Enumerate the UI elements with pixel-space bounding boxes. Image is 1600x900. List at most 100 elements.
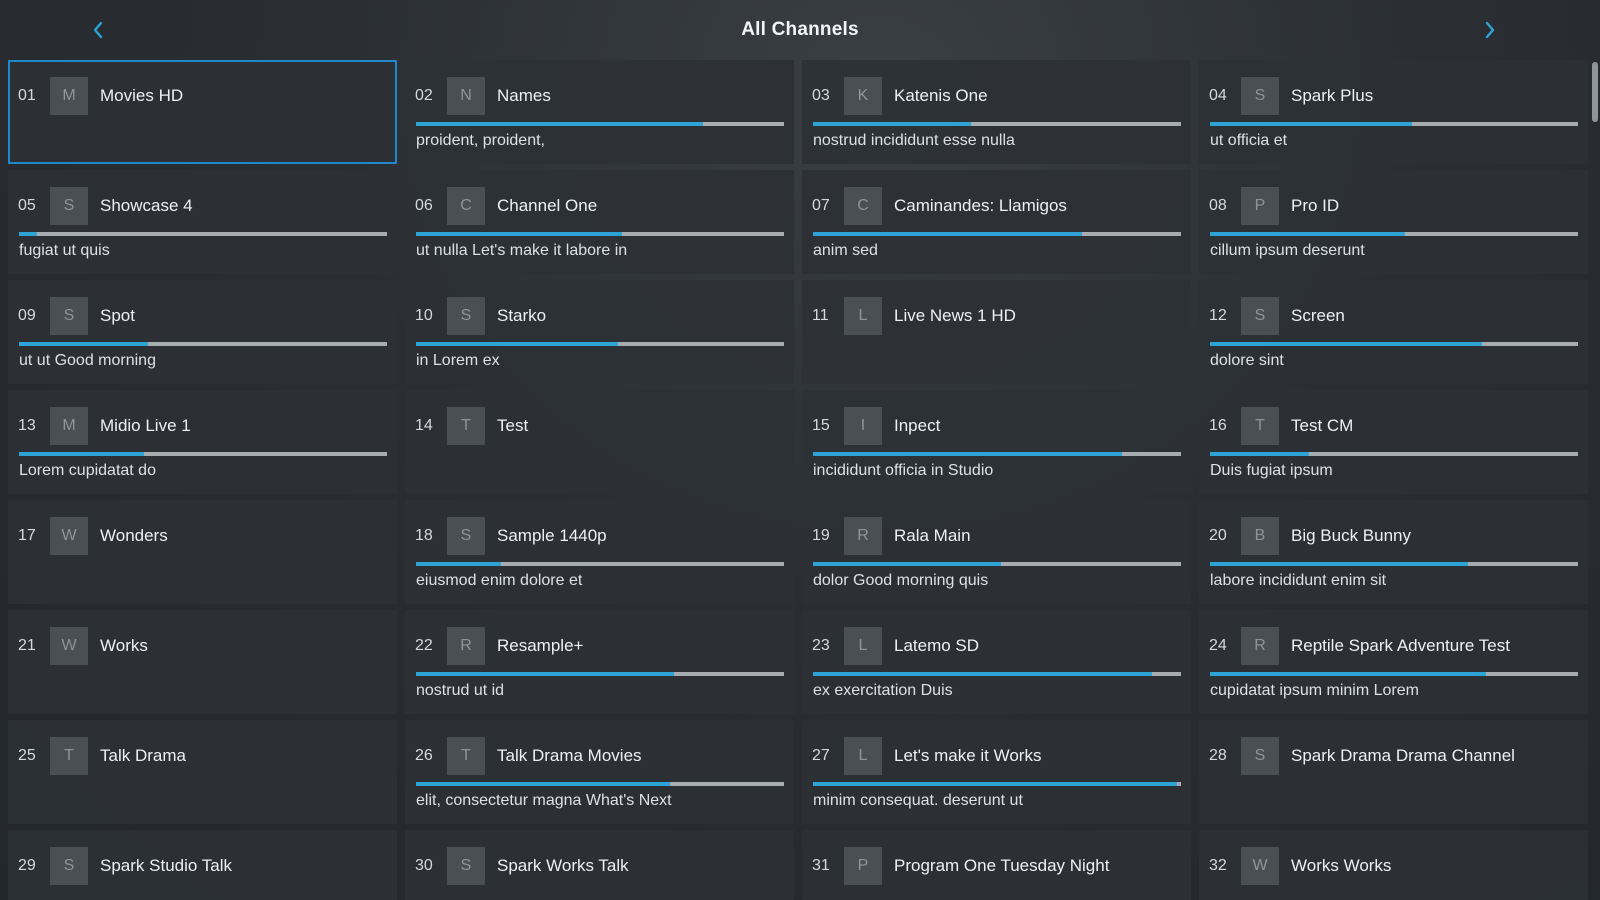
channel-header: 31 P Program One Tuesday Night [812,847,1109,885]
channel-card[interactable]: 06 C Channel One ut nulla Let's make it lab… [405,170,794,274]
program-progress-fill [1210,672,1486,676]
channel-card[interactable]: 19 R Rala Main dolor Good morning quis [802,500,1191,604]
scrollbar[interactable] [1592,62,1598,122]
channel-card[interactable]: 13 M Midio Live 1 Lorem cupidatat do [8,390,397,494]
channel-card[interactable]: 01 M Movies HD [8,60,397,164]
program-progress-fill [1210,122,1413,126]
channel-logo: L [844,297,882,335]
chevron-right-icon[interactable] [1472,12,1508,48]
current-program: cillum ipsum deserunt [1210,242,1365,259]
program-progress-fill [1210,232,1406,236]
channel-card[interactable]: 32 W Works Works [1199,830,1588,900]
channel-number: 12 [1209,307,1227,324]
channel-logo: S [447,847,485,885]
current-program: ut officia et [1210,132,1288,149]
channel-header: 30 S Spark Works Talk [415,847,629,885]
channel-name: Inpect [894,416,941,435]
channel-logo: I [844,407,882,445]
channel-card[interactable]: 03 K Katenis One nostrud incididunt esse nu… [802,60,1191,164]
channel-card[interactable]: 24 R Reptile Spark Adventure Test cupidatat… [1199,610,1588,714]
program-progress-bar [19,232,387,236]
channel-card[interactable]: 23 L Latemo SD ex exercitation Duis [802,610,1191,714]
program-progress-bar [416,342,784,346]
channel-number: 07 [812,197,830,214]
channel-card[interactable]: 21 W Works [8,610,397,714]
channel-card[interactable]: 29 S Spark Studio Talk [8,830,397,900]
channel-number: 18 [415,527,433,544]
program-progress-fill [813,782,1178,786]
channel-header: 05 S Showcase 4 [18,187,193,225]
channel-header: 04 S Spark Plus [1209,77,1373,115]
current-program: nostrud incididunt esse nulla [813,132,1015,149]
channel-card[interactable]: 14 T Test [405,390,794,494]
channel-number: 05 [18,197,36,214]
channel-logo: T [447,407,485,445]
channel-header: 19 R Rala Main [812,517,971,555]
chevron-left-icon[interactable] [80,12,116,48]
current-program: nostrud ut id [416,682,505,699]
channel-card[interactable]: 05 S Showcase 4 fugiat ut quis [8,170,397,274]
channel-card[interactable]: 16 T Test CM Duis fugiat ipsum [1199,390,1588,494]
channel-name: Katenis One [894,86,988,105]
channel-card[interactable]: 20 B Big Buck Bunny labore incididunt enim … [1199,500,1588,604]
channel-card[interactable]: 25 T Talk Drama [8,720,397,824]
channel-logo: C [447,187,485,225]
channel-number: 30 [415,857,433,874]
current-program: Lorem cupidatat do [19,462,156,479]
channel-logo: N [447,77,485,115]
channel-card[interactable]: 17 W Wonders [8,500,397,604]
channel-name: Let's make it Works [894,746,1042,765]
channel-header: 06 C Channel One [415,187,597,225]
program-progress-fill [1210,342,1483,346]
channel-card[interactable]: 08 P Pro ID cillum ipsum deserunt [1199,170,1588,274]
current-program: labore incididunt enim sit [1210,572,1387,589]
channel-number: 01 [18,87,36,104]
channel-name: Movies HD [100,86,184,105]
channel-header: 01 M Movies HD [18,77,183,115]
channel-card[interactable]: 12 S Screen dolore sint [1199,280,1588,384]
program-progress-fill [1210,562,1468,566]
channel-card[interactable]: 18 S Sample 1440p eiusmod enim dolore et [405,500,794,604]
channel-card[interactable]: 28 S Spark Drama Drama Channel [1199,720,1588,824]
channel-name: Midio Live 1 [100,416,191,435]
channel-number: 20 [1209,527,1227,544]
current-program: dolor Good morning quis [813,572,989,589]
channel-header: 21 W Works [18,627,148,665]
program-progress-bar [1210,342,1578,346]
channel-number: 11 [812,307,829,324]
channel-logo: T [447,737,485,775]
channel-card[interactable]: 30 S Spark Works Talk [405,830,794,900]
channel-card[interactable]: 27 L Let's make it Works minim consequat. d… [802,720,1191,824]
channel-card[interactable]: 09 S Spot ut ut Good morning [8,280,397,384]
channel-card[interactable]: 22 R Resample+ nostrud ut id [405,610,794,714]
program-progress-bar [1210,452,1578,456]
channel-card[interactable]: 26 T Talk Drama Movies elit, consectetur ma… [405,720,794,824]
channel-header: 27 L Let's make it Works [812,737,1041,775]
program-progress-fill [1210,452,1310,456]
channel-card[interactable]: 04 S Spark Plus ut officia et [1199,60,1588,164]
current-program: eiusmod enim dolore et [416,572,583,589]
channel-card[interactable]: 11 L Live News 1 HD [802,280,1191,384]
channel-card[interactable]: 07 C Caminandes: Llamigos anim sed [802,170,1191,274]
current-program: in Lorem ex [416,352,500,369]
channel-number: 04 [1209,87,1227,104]
channel-card[interactable]: 15 I Inpect incididunt officia in Studio [802,390,1191,494]
channel-name: Names [497,86,551,105]
channel-logo: S [1241,77,1279,115]
channel-header: 25 T Talk Drama [18,737,186,775]
channel-name: Test [497,416,529,435]
channel-header: 09 S Spot [18,297,135,335]
channel-card[interactable]: 10 S Starko in Lorem ex [405,280,794,384]
program-progress-fill [416,232,623,236]
channel-name: Spark Studio Talk [100,856,232,875]
channel-card[interactable]: 31 P Program One Tuesday Night [802,830,1191,900]
channel-card[interactable]: 02 N Names proident, proident, [405,60,794,164]
channel-number: 16 [1209,417,1227,434]
channel-number: 24 [1209,637,1227,654]
channel-header: 26 T Talk Drama Movies [415,737,642,775]
channel-name: Big Buck Bunny [1291,526,1412,545]
channel-name: Wonders [100,526,168,545]
channel-name: Works Works [1291,856,1392,875]
channel-name: Spark Drama Drama Channel [1291,746,1515,765]
program-progress-fill [416,562,501,566]
